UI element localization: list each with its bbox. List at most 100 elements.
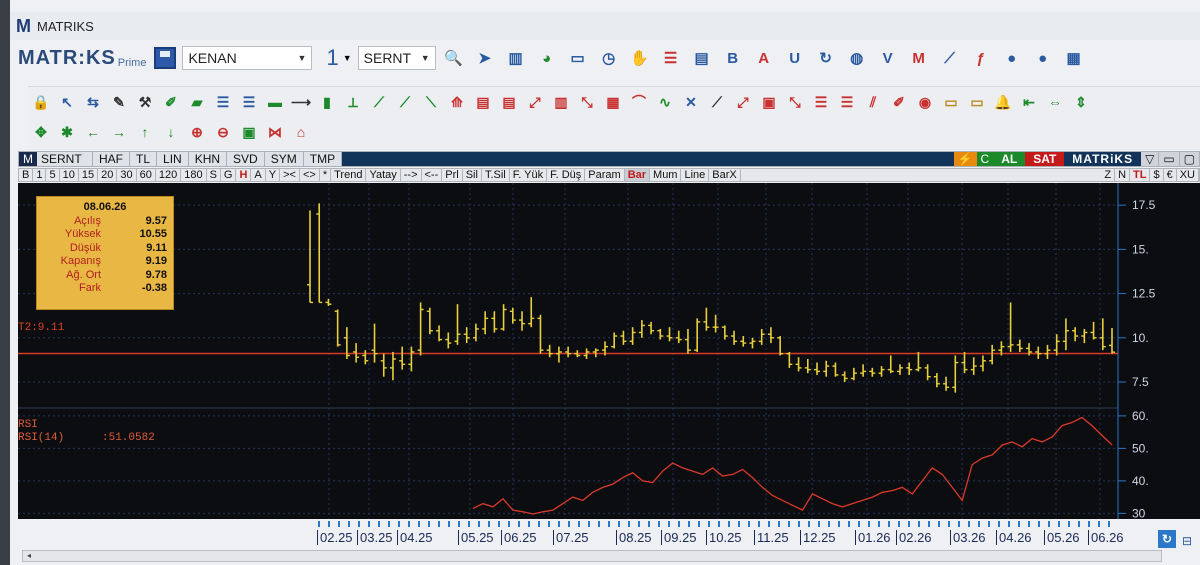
- period-button[interactable]: 180: [181, 169, 207, 181]
- tool-button[interactable]: F. Yük: [510, 169, 548, 181]
- vop-icon[interactable]: V: [878, 48, 898, 68]
- tool-button[interactable]: T.Sil: [482, 169, 510, 181]
- dropdown-icon[interactable]: ▽: [1141, 152, 1160, 166]
- frame-icon[interactable]: ▣: [240, 123, 258, 141]
- period-button[interactable]: 30: [117, 169, 137, 181]
- channel-icon[interactable]: ⟂: [344, 93, 362, 111]
- note-icon[interactable]: ▭: [968, 93, 986, 111]
- ray2-icon[interactable]: ⤢: [734, 93, 752, 111]
- tool-button[interactable]: Param: [585, 169, 625, 181]
- chart-style-button[interactable]: Line: [681, 169, 710, 181]
- period-button[interactable]: Y: [266, 169, 281, 181]
- align-left-icon[interactable]: ☰: [214, 93, 232, 111]
- scroll-left-icon[interactable]: ◂: [27, 552, 33, 560]
- users-icon[interactable]: ●: [1033, 48, 1053, 68]
- arrow-left-icon[interactable]: ←: [84, 123, 102, 141]
- user-icon[interactable]: ●: [1002, 48, 1022, 68]
- bowtie-icon[interactable]: ⋈: [266, 123, 284, 141]
- edit-icon[interactable]: ✎: [110, 93, 128, 111]
- currency-button[interactable]: N: [1115, 169, 1131, 181]
- arch-icon[interactable]: ⌂: [292, 123, 310, 141]
- formula-icon[interactable]: ƒ: [971, 48, 991, 68]
- paint-icon[interactable]: ◉: [916, 93, 934, 111]
- fib2-icon[interactable]: ▤: [474, 93, 492, 111]
- cross-icon[interactable]: ✕: [682, 93, 700, 111]
- currency-button[interactable]: TL: [1130, 169, 1151, 181]
- chart-header-button-tmp[interactable]: TMP: [304, 152, 343, 166]
- pencil-icon[interactable]: ✐: [890, 93, 908, 111]
- chart-header-button-lin[interactable]: LIN: [157, 152, 189, 166]
- tool-button[interactable]: Sil: [463, 169, 482, 181]
- move-icon[interactable]: ✥: [32, 123, 50, 141]
- chevron-down-icon[interactable]: ▼: [343, 53, 352, 63]
- grid-icon[interactable]: ▦: [604, 93, 622, 111]
- fan2-icon[interactable]: ▥: [552, 93, 570, 111]
- trend3-icon[interactable]: ⟍: [422, 93, 440, 111]
- sell-button[interactable]: SAT: [1025, 152, 1065, 166]
- chart-header-button-khn[interactable]: KHN: [189, 152, 228, 166]
- symbol-combo[interactable]: SERNT ▼: [357, 46, 436, 70]
- chart-symbol[interactable]: SERNT: [37, 152, 93, 166]
- align-right-icon[interactable]: ☰: [240, 93, 258, 111]
- buy-button[interactable]: AL: [993, 152, 1026, 166]
- tool-button[interactable]: Trend: [331, 169, 367, 181]
- arrow-right-icon[interactable]: →: [110, 123, 128, 141]
- hline-icon[interactable]: ▬: [266, 93, 284, 111]
- ray3-icon[interactable]: ⤡: [786, 93, 804, 111]
- horizontal-scrollbar[interactable]: ◂: [22, 550, 1162, 562]
- chart-header-button-svd[interactable]: SVD: [227, 152, 265, 166]
- period-button[interactable]: 5: [46, 169, 60, 181]
- list-icon[interactable]: ☰: [661, 48, 681, 68]
- tool-button[interactable]: Prl: [442, 169, 463, 181]
- clock-icon[interactable]: ◷: [599, 48, 619, 68]
- pie-chart-icon[interactable]: ◕: [537, 48, 557, 68]
- vision-icon[interactable]: ⟶: [291, 93, 311, 111]
- text-a-icon[interactable]: A: [754, 48, 774, 68]
- underline-u-icon[interactable]: U: [785, 48, 805, 68]
- chart-header-button-tl[interactable]: TL: [130, 152, 158, 166]
- tool-button[interactable]: ><: [280, 169, 300, 181]
- period-button[interactable]: 20: [98, 169, 118, 181]
- bold-b-icon[interactable]: B: [723, 48, 743, 68]
- chart-window-icon[interactable]: M: [19, 152, 37, 166]
- chart-area[interactable]: 17.5 15. 12.5 10. 7.5 60. 50. 40. 30: [18, 183, 1200, 519]
- tool-button[interactable]: <--: [422, 169, 443, 181]
- currency-button[interactable]: €: [1164, 169, 1177, 181]
- zoom-in-icon[interactable]: ⊕: [188, 123, 206, 141]
- currency-button[interactable]: $: [1150, 169, 1164, 181]
- tool-button[interactable]: <>: [300, 169, 320, 181]
- save-icon[interactable]: [154, 47, 177, 69]
- minimize-icon[interactable]: ▭: [1159, 152, 1180, 166]
- bell-icon[interactable]: 🔔: [994, 93, 1012, 111]
- currency-button[interactable]: XU: [1177, 169, 1199, 181]
- period-button[interactable]: G: [221, 169, 237, 181]
- chart-c-button[interactable]: C: [976, 152, 994, 166]
- chart-header-button-haf[interactable]: HAF: [93, 152, 130, 166]
- fib1-icon[interactable]: ⟰: [448, 93, 466, 111]
- chart-style-button[interactable]: Mum: [650, 169, 682, 181]
- period-button[interactable]: H: [236, 169, 252, 181]
- trend2-icon[interactable]: ⟋: [396, 93, 414, 111]
- period-button[interactable]: A: [251, 169, 266, 181]
- ray1-icon[interactable]: ⟋: [708, 93, 726, 111]
- ruler-icon[interactable]: ▰: [188, 93, 206, 111]
- lines-icon[interactable]: ☰: [812, 93, 830, 111]
- bar-chart-icon[interactable]: ▥: [506, 48, 526, 68]
- box-icon[interactable]: ▣: [760, 93, 778, 111]
- fib3-icon[interactable]: ▤: [500, 93, 518, 111]
- lock-icon[interactable]: 🔒: [32, 93, 50, 111]
- expand-h-icon[interactable]: ⇔: [1046, 93, 1064, 111]
- chart-header-button-sym[interactable]: SYM: [265, 152, 304, 166]
- tool-button[interactable]: -->: [401, 169, 422, 181]
- line-chart-icon[interactable]: ⟋: [940, 48, 960, 68]
- settings-icon[interactable]: ▦: [1064, 48, 1084, 68]
- tool-button[interactable]: F. Düş: [547, 169, 586, 181]
- arrow-down-icon[interactable]: ↓: [162, 123, 180, 141]
- trend1-icon[interactable]: ⟋: [370, 93, 388, 111]
- period-button[interactable]: 120: [156, 169, 182, 181]
- shrink-icon[interactable]: ⇤: [1020, 93, 1038, 111]
- handshake-icon[interactable]: ✋: [630, 48, 650, 68]
- maximize-icon[interactable]: ▢: [1179, 152, 1199, 166]
- chart-style-button[interactable]: Bar: [624, 169, 651, 181]
- user-combo[interactable]: KENAN ▼: [182, 46, 313, 70]
